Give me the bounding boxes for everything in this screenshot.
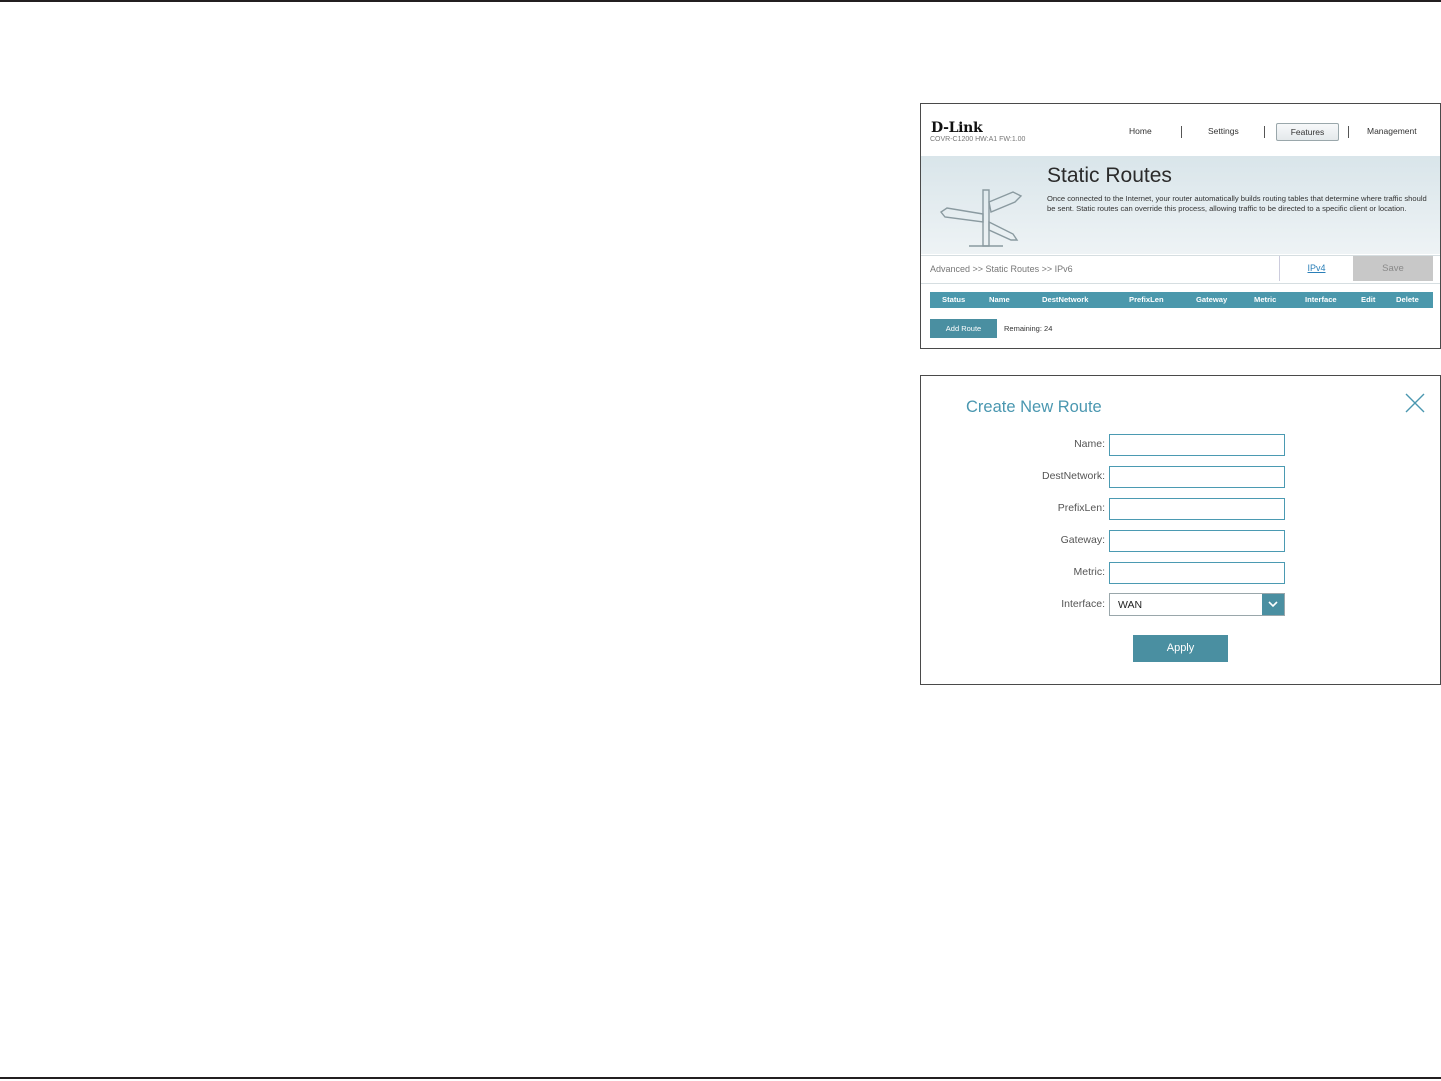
close-icon[interactable] bbox=[1403, 391, 1427, 415]
col-prefixlen: PrefixLen bbox=[1129, 295, 1164, 304]
col-interface: Interface bbox=[1305, 295, 1337, 304]
col-destnetwork: DestNetwork bbox=[1042, 295, 1089, 304]
page-title: Static Routes bbox=[1047, 164, 1172, 187]
nav-home[interactable]: Home bbox=[1129, 126, 1152, 136]
dlink-logo: D-Link bbox=[931, 120, 983, 136]
signpost-icon bbox=[939, 189, 1023, 247]
gateway-label: Gateway: bbox=[1060, 534, 1105, 546]
add-route-button[interactable]: Add Route bbox=[930, 319, 997, 338]
model-info: COVR-C1200 HW:A1 FW:1.00 bbox=[930, 136, 1026, 143]
name-label: Name: bbox=[1074, 438, 1105, 450]
interface-select[interactable]: WAN bbox=[1109, 593, 1285, 616]
create-route-dialog: Create New Route Name: DestNetwork: Pref… bbox=[920, 375, 1441, 685]
metric-field[interactable] bbox=[1109, 562, 1285, 584]
nav-divider bbox=[1181, 126, 1182, 138]
col-metric: Metric bbox=[1254, 295, 1277, 304]
col-name: Name bbox=[989, 295, 1010, 304]
prefixlen-field[interactable] bbox=[1109, 498, 1285, 520]
page-description: Once connected to the Internet, your rou… bbox=[1047, 194, 1427, 214]
nav-management[interactable]: Management bbox=[1367, 126, 1417, 136]
page-banner: Static Routes Once connected to the Inte… bbox=[921, 156, 1440, 254]
routes-table-header: Status Name DestNetwork PrefixLen Gatewa… bbox=[930, 292, 1433, 308]
save-button[interactable]: Save bbox=[1353, 256, 1433, 281]
static-routes-screenshot: D-Link COVR-C1200 HW:A1 FW:1.00 Home Set… bbox=[920, 103, 1441, 349]
col-status: Status bbox=[942, 295, 966, 304]
nav-divider bbox=[1348, 126, 1349, 138]
dialog-title: Create New Route bbox=[966, 398, 1102, 416]
bottom-rule bbox=[0, 1077, 1441, 1079]
interface-label: Interface: bbox=[1061, 598, 1105, 610]
nav-settings[interactable]: Settings bbox=[1208, 126, 1239, 136]
gateway-field[interactable] bbox=[1109, 530, 1285, 552]
apply-button[interactable]: Apply bbox=[1133, 635, 1228, 662]
destnetwork-field[interactable] bbox=[1109, 466, 1285, 488]
interface-value: WAN bbox=[1118, 599, 1143, 611]
remaining-count: Remaining: 24 bbox=[1004, 324, 1053, 333]
top-rule bbox=[0, 0, 1441, 2]
chevron-down-icon[interactable] bbox=[1262, 594, 1284, 615]
nav-divider bbox=[1264, 126, 1265, 138]
col-gateway: Gateway bbox=[1196, 295, 1228, 304]
col-delete: Delete bbox=[1396, 295, 1419, 304]
top-navbar: D-Link COVR-C1200 HW:A1 FW:1.00 Home Set… bbox=[921, 104, 1440, 156]
prefixlen-label: PrefixLen: bbox=[1057, 502, 1105, 514]
breadcrumb-bar: Advanced >> Static Routes >> IPv6 IPv4 S… bbox=[921, 255, 1440, 284]
col-edit: Edit bbox=[1361, 295, 1376, 304]
destnetwork-label: DestNetwork: bbox=[1041, 470, 1105, 482]
breadcrumb: Advanced >> Static Routes >> IPv6 bbox=[930, 264, 1073, 274]
name-field[interactable] bbox=[1109, 434, 1285, 456]
nav-features[interactable]: Features bbox=[1276, 123, 1339, 141]
ipv4-link[interactable]: IPv4 bbox=[1279, 256, 1353, 281]
metric-label: Metric: bbox=[1073, 566, 1106, 578]
